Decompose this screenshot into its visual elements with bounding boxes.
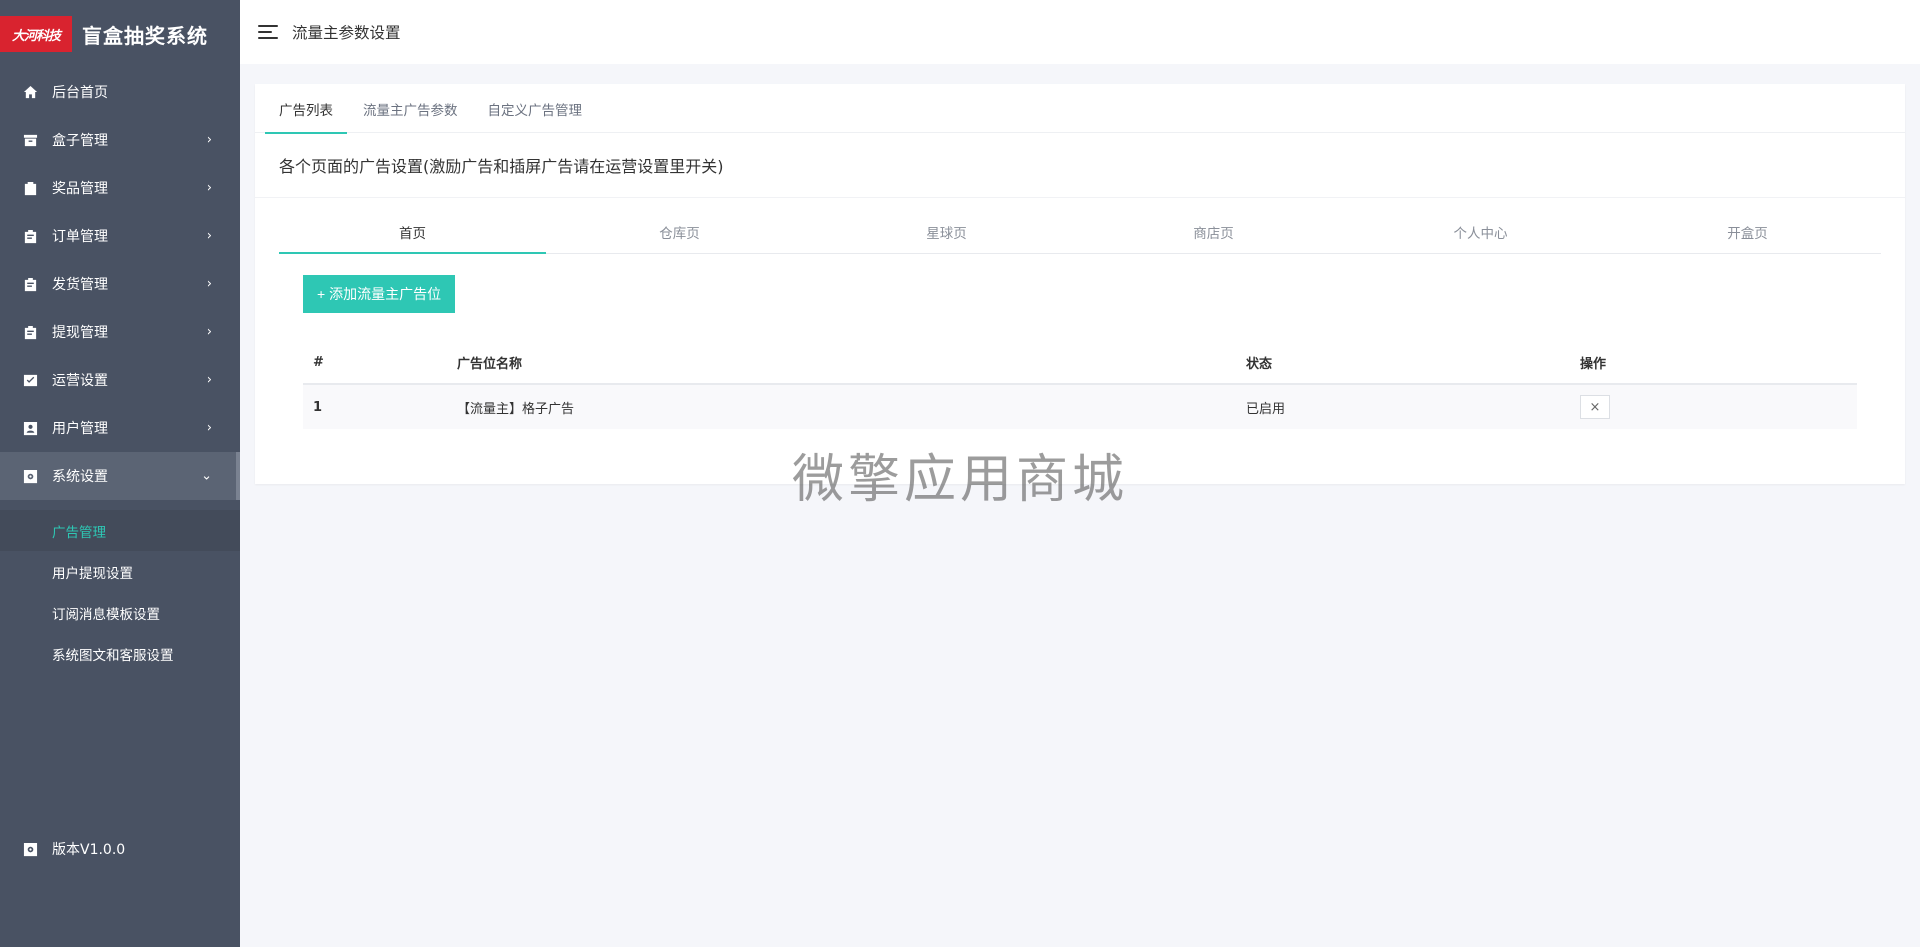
sidebar-item-orders[interactable]: 订单管理 › bbox=[0, 212, 240, 260]
tab-custom-ad-management[interactable]: 自定义广告管理 bbox=[474, 84, 597, 133]
version-info: 版本V1.0.0 bbox=[0, 829, 240, 869]
column-header-id: # bbox=[313, 354, 324, 370]
page-tab-open-box[interactable]: 开盒页 bbox=[1614, 210, 1881, 253]
sidebar-item-shipping[interactable]: 发货管理 › bbox=[0, 260, 240, 308]
page-tab-warehouse[interactable]: 仓库页 bbox=[546, 210, 813, 253]
chevron-right-icon: › bbox=[206, 276, 212, 292]
clipboard-icon bbox=[22, 324, 38, 340]
sidebar-menu: 后台首页 盒子管理 › 奖品管理 › 订单管理 › 发货管理 › 提现管理 › bbox=[0, 68, 240, 500]
menu-toggle-icon[interactable] bbox=[258, 24, 280, 40]
home-icon bbox=[22, 84, 38, 100]
sidebar: 大河科技 盲盒抽奖系统 后台首页 盒子管理 › 奖品管理 › 订单管理 › 发货… bbox=[0, 0, 240, 947]
sidebar-item-label: 提现管理 bbox=[52, 325, 108, 341]
sidebar-item-label: 订单管理 bbox=[52, 229, 108, 245]
topbar: 流量主参数设置 bbox=[240, 0, 1920, 64]
chevron-right-icon: › bbox=[206, 324, 212, 340]
column-header-status: 状态 bbox=[1246, 356, 1273, 372]
delete-button[interactable]: × bbox=[1580, 395, 1610, 419]
clipboard-icon bbox=[22, 276, 38, 292]
box-icon bbox=[22, 132, 38, 148]
sidebar-item-users[interactable]: 用户管理 › bbox=[0, 404, 240, 452]
table-row: 1 【流量主】格子广告 已启用 × bbox=[303, 385, 1857, 429]
sidebar-item-dashboard[interactable]: 后台首页 bbox=[0, 68, 240, 116]
page-tab-shop[interactable]: 商店页 bbox=[1080, 210, 1347, 253]
cell-action: × bbox=[1580, 395, 1857, 419]
add-ad-slot-button[interactable]: + 添加流量主广告位 bbox=[303, 275, 456, 313]
brand-title: 盲盒抽奖系统 bbox=[82, 23, 208, 48]
gear-box-icon bbox=[22, 468, 38, 484]
column-header-action: 操作 bbox=[1580, 356, 1607, 372]
page-title: 流量主参数设置 bbox=[292, 24, 401, 42]
version-label: 版本V1.0.0 bbox=[52, 842, 126, 858]
section-title: 各个页面的广告设置(激励广告和插屏广告请在运营设置里开关) bbox=[255, 133, 1905, 198]
sidebar-item-withdraw[interactable]: 提现管理 › bbox=[0, 308, 240, 356]
main-card: 广告列表 流量主广告参数 自定义广告管理 各个页面的广告设置(激励广告和插屏广告… bbox=[255, 84, 1905, 484]
cell-id: 1 bbox=[313, 399, 323, 415]
sidebar-item-prize[interactable]: 奖品管理 › bbox=[0, 164, 240, 212]
sidebar-item-system[interactable]: 系统设置 ⌄ bbox=[0, 452, 240, 500]
chevron-right-icon: › bbox=[206, 420, 212, 436]
chevron-right-icon: › bbox=[206, 372, 212, 388]
sidebar-item-label: 用户管理 bbox=[52, 421, 108, 437]
sidebar-item-label: 奖品管理 bbox=[52, 181, 108, 197]
sidebar-subitem-ad-management[interactable]: 广告管理 bbox=[0, 510, 240, 551]
check-box-icon bbox=[22, 372, 38, 388]
sidebar-subitem-withdraw-settings[interactable]: 用户提现设置 bbox=[0, 551, 240, 592]
sidebar-item-label: 盒子管理 bbox=[52, 133, 108, 149]
tab-bar: 广告列表 流量主广告参数 自定义广告管理 bbox=[255, 84, 1905, 134]
sidebar-item-box[interactable]: 盒子管理 › bbox=[0, 116, 240, 164]
tab-ad-list[interactable]: 广告列表 bbox=[265, 84, 347, 134]
sidebar-item-label: 后台首页 bbox=[52, 85, 108, 101]
cell-name: 【流量主】格子广告 bbox=[457, 401, 575, 417]
sidebar-item-operations[interactable]: 运营设置 › bbox=[0, 356, 240, 404]
clipboard-icon bbox=[22, 228, 38, 244]
system-submenu: 广告管理 用户提现设置 订阅消息模板设置 系统图文和客服设置 bbox=[0, 500, 240, 674]
gear-box-icon bbox=[22, 841, 38, 857]
sidebar-subitem-subscription-template[interactable]: 订阅消息模板设置 bbox=[0, 592, 240, 633]
sidebar-item-label: 发货管理 bbox=[52, 277, 108, 293]
tab-traffic-ad-params[interactable]: 流量主广告参数 bbox=[349, 84, 472, 133]
user-box-icon bbox=[22, 420, 38, 436]
page-tab-home[interactable]: 首页 bbox=[279, 210, 546, 254]
sidebar-item-label: 运营设置 bbox=[52, 373, 108, 389]
chevron-right-icon: › bbox=[206, 228, 212, 244]
page-tab-bar: 首页 仓库页 星球页 商店页 个人中心 开盒页 bbox=[279, 210, 1881, 254]
page-tab-planet[interactable]: 星球页 bbox=[813, 210, 1080, 253]
chevron-right-icon: › bbox=[206, 180, 212, 196]
bag-icon bbox=[22, 180, 38, 196]
chevron-right-icon: › bbox=[206, 132, 212, 148]
sidebar-subitem-content-service[interactable]: 系统图文和客服设置 bbox=[0, 633, 240, 674]
cell-status: 已启用 bbox=[1246, 401, 1286, 417]
chevron-down-icon: ⌄ bbox=[201, 468, 212, 484]
table-header: # 广告位名称 状态 操作 bbox=[303, 341, 1857, 385]
column-header-name: 广告位名称 bbox=[457, 356, 523, 372]
watermark: 微擎应用商城 bbox=[792, 450, 1129, 510]
ad-slot-table: # 广告位名称 状态 操作 1 【流量主】格子广告 已启用 × bbox=[303, 341, 1857, 429]
brand-logo: 大河科技 bbox=[0, 16, 72, 52]
page-tab-profile[interactable]: 个人中心 bbox=[1347, 210, 1614, 253]
brand: 大河科技 盲盒抽奖系统 bbox=[0, 0, 240, 68]
sidebar-item-label: 系统设置 bbox=[52, 469, 108, 485]
